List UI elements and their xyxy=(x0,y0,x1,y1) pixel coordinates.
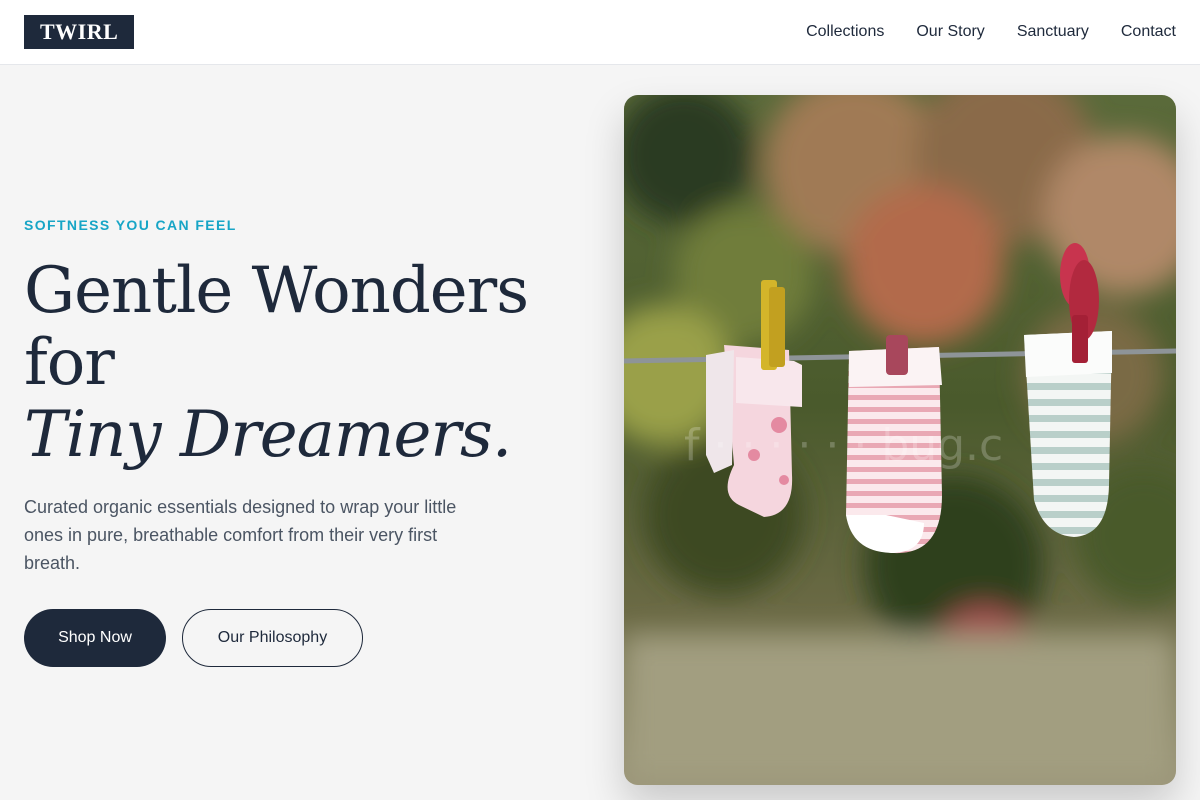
watermark-text: f · · · · · · bug.c xyxy=(684,420,1003,471)
hero-eyebrow: SOFTNESS YOU CAN FEEL xyxy=(24,217,237,233)
nav-link-collections[interactable]: Collections xyxy=(806,21,884,43)
brand-logo[interactable]: TWIRL xyxy=(24,15,135,49)
baby-socks-on-clothesline-image: f · · · · · · bug.c xyxy=(624,95,1176,785)
nav-link-sanctuary[interactable]: Sanctuary xyxy=(1017,21,1089,43)
site-header: TWIRL Collections Our Story Sanctuary Co… xyxy=(0,0,1200,65)
headline-line-2: for xyxy=(24,326,115,400)
our-philosophy-button[interactable]: Our Philosophy xyxy=(182,609,363,667)
headline-line-3: Tiny Dreamers. xyxy=(24,398,512,472)
headline-line-1: Gentle Wonders xyxy=(24,254,529,328)
hero-photo: f · · · · · · bug.c xyxy=(624,95,1176,785)
hero-headline: Gentle Wonders for Tiny Dreamers. xyxy=(24,254,529,472)
shop-now-button[interactable]: Shop Now xyxy=(24,609,166,667)
main-nav: Collections Our Story Sanctuary Contact xyxy=(806,21,1176,43)
hero-description: Curated organic essentials designed to w… xyxy=(24,497,457,573)
nav-link-contact[interactable]: Contact xyxy=(1121,21,1176,43)
nav-link-our-story[interactable]: Our Story xyxy=(916,21,984,43)
